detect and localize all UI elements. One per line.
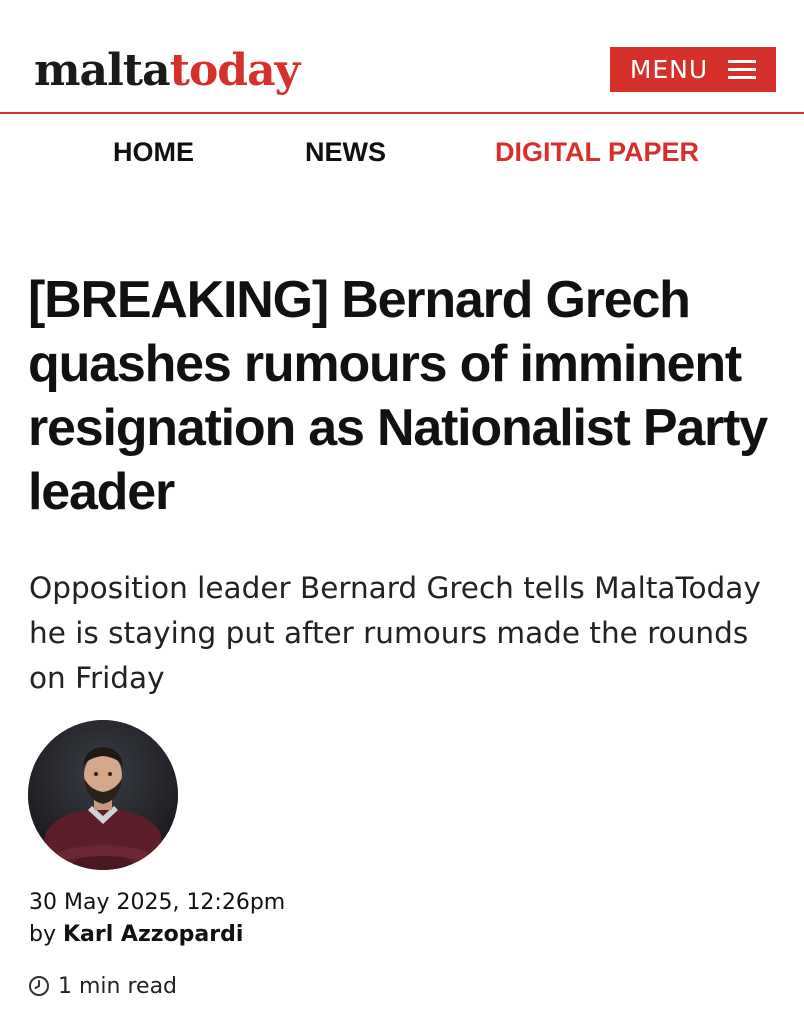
byline: by Karl Azzopardi (29, 920, 243, 950)
nav-item-digital-paper[interactable]: DIGITAL PAPER (495, 132, 699, 172)
author-avatar[interactable] (28, 720, 178, 870)
read-time-label: 1 min read (58, 973, 178, 999)
author-name-link[interactable]: Karl Azzopardi (63, 922, 243, 947)
logo-text-today: today (169, 45, 301, 96)
author-photo-illustration (28, 720, 178, 870)
main-nav: HOME NEWS DIGITAL PAPER (0, 132, 804, 172)
hamburger-icon (728, 59, 757, 80)
site-header: maltatoday MENU (0, 0, 804, 114)
nav-item-home[interactable]: HOME (113, 132, 194, 172)
article-subtitle: Opposition leader Bernard Grech tells Ma… (29, 571, 761, 695)
nav-item-news[interactable]: NEWS (305, 132, 386, 172)
site-logo[interactable]: maltatoday (34, 45, 301, 96)
menu-button[interactable]: MENU (610, 47, 776, 92)
publish-date: 30 May 2025, 12:26pm (29, 890, 286, 915)
clock-icon (29, 976, 49, 996)
article-headline: [BREAKING] Bernard Grech quashes rumours… (28, 271, 768, 521)
menu-label: MENU (629, 55, 709, 84)
byline-prefix: by (29, 922, 56, 947)
logo-text-malta: malta (34, 45, 171, 96)
read-time: 1 min read (28, 970, 177, 1002)
